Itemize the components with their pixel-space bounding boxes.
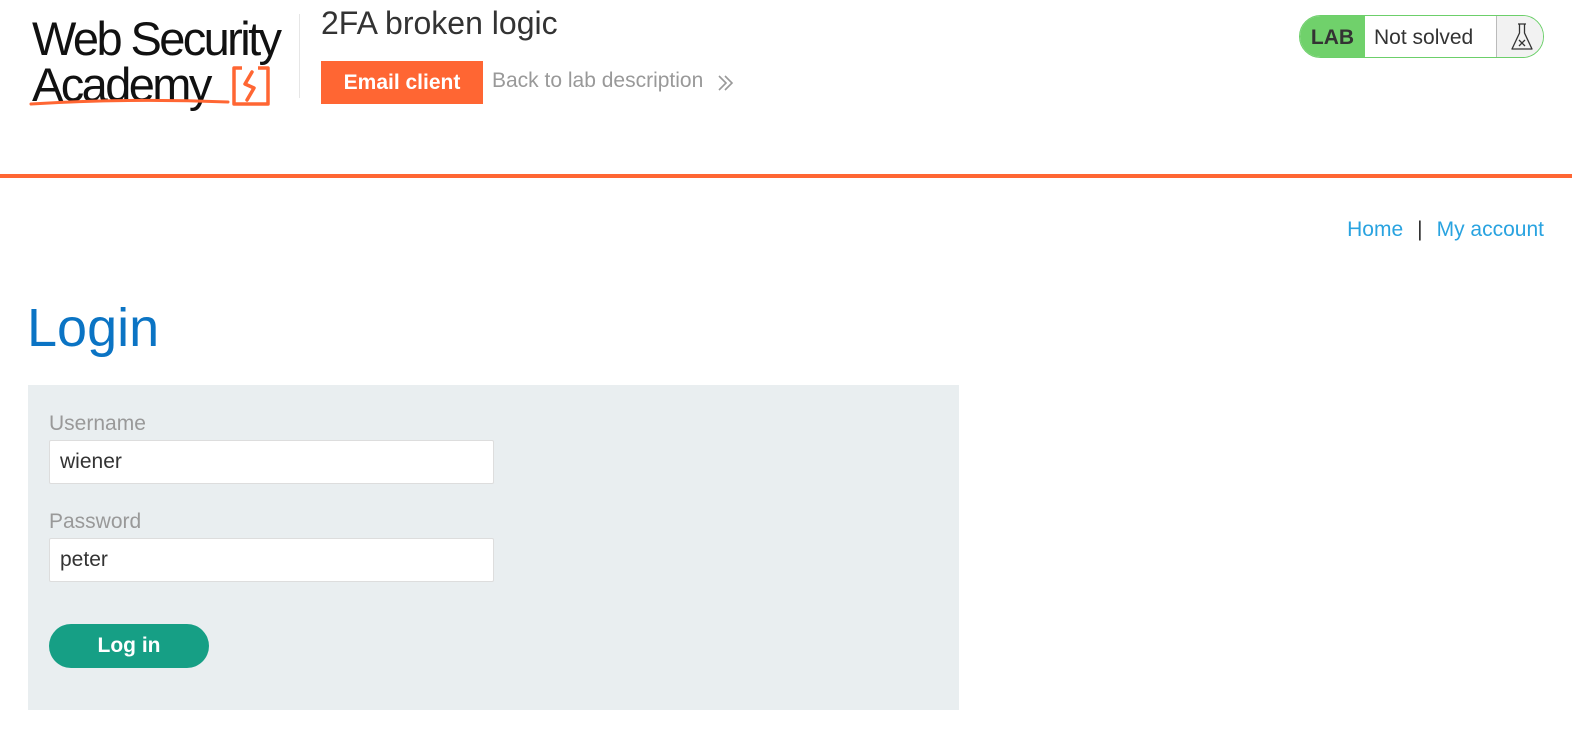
header-orange-rule <box>0 174 1572 178</box>
lab-header: Web Security Academy 2FA broken logic Em… <box>0 0 1572 178</box>
page-title: Login <box>27 298 160 358</box>
lab-status-text: Not solved <box>1374 26 1474 49</box>
double-chevron-right-icon[interactable] <box>716 74 736 92</box>
status-icon-cell <box>1497 16 1543 57</box>
lab-badge: LAB <box>1300 16 1365 57</box>
web-security-academy-logo[interactable]: Web Security Academy <box>28 12 298 110</box>
password-input[interactable] <box>49 538 494 582</box>
nav-home-link[interactable]: Home <box>1347 218 1403 241</box>
logo-mark <box>29 66 270 106</box>
header-divider <box>299 14 300 98</box>
username-input[interactable] <box>49 440 494 484</box>
login-form: Username Password Log in <box>28 385 959 710</box>
password-label: Password <box>49 510 142 533</box>
log-in-button[interactable]: Log in <box>49 624 209 668</box>
nav-separator: | <box>1417 218 1423 241</box>
flask-icon <box>1511 23 1533 50</box>
email-client-button[interactable]: Email client <box>321 61 483 104</box>
top-navigation: Home | My account <box>1347 218 1544 242</box>
username-label: Username <box>49 412 146 435</box>
lab-title: 2FA broken logic <box>321 5 558 41</box>
back-to-lab-description-link[interactable]: Back to lab description <box>492 69 703 93</box>
nav-my-account-link[interactable]: My account <box>1437 218 1544 241</box>
lab-status-widget: LAB Not solved <box>1299 15 1544 58</box>
